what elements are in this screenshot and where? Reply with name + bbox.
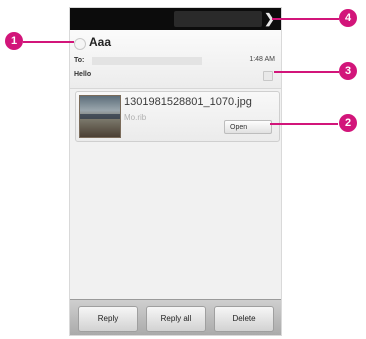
delete-button[interactable]: Delete [214,306,274,332]
attachment-card[interactable]: 1301981528801_1070.jpg Mo.rib Open [75,91,280,142]
callout-1: 1 [5,32,23,50]
callout-2: 2 [339,114,357,132]
message-subject: Hello [74,71,92,78]
attachment-filename: 1301981528801_1070.jpg [124,96,252,108]
collapse-icon[interactable] [263,71,273,81]
message-header: Aaa To: 1:48 AM Hello [70,30,281,89]
reply-button[interactable]: Reply [78,306,138,332]
callout-line-4 [272,18,339,20]
attachment-size: Mo.rib [124,113,147,122]
message-time: 1:48 AM [249,56,275,63]
reply-all-button[interactable]: Reply all [146,306,206,332]
callout-line-2 [270,123,338,125]
star-icon[interactable] [74,38,86,50]
action-bar: Reply Reply all Delete [70,299,281,335]
thumbnail-detail [80,114,120,119]
to-label: To: [74,57,85,64]
callout-line-3 [274,71,339,73]
status-area [174,11,262,27]
to-recipient-redacted [92,57,202,65]
status-bar: ❯ [70,8,281,30]
phone-screen: ❯ Aaa To: 1:48 AM Hello 1301981528801_10… [69,7,282,336]
callout-4: 4 [339,9,357,27]
open-attachment-button[interactable]: Open [224,120,272,134]
callout-line-1 [23,41,74,43]
callout-3: 3 [339,62,357,80]
sender-name: Aaa [89,35,112,49]
attachment-thumbnail [79,95,121,138]
